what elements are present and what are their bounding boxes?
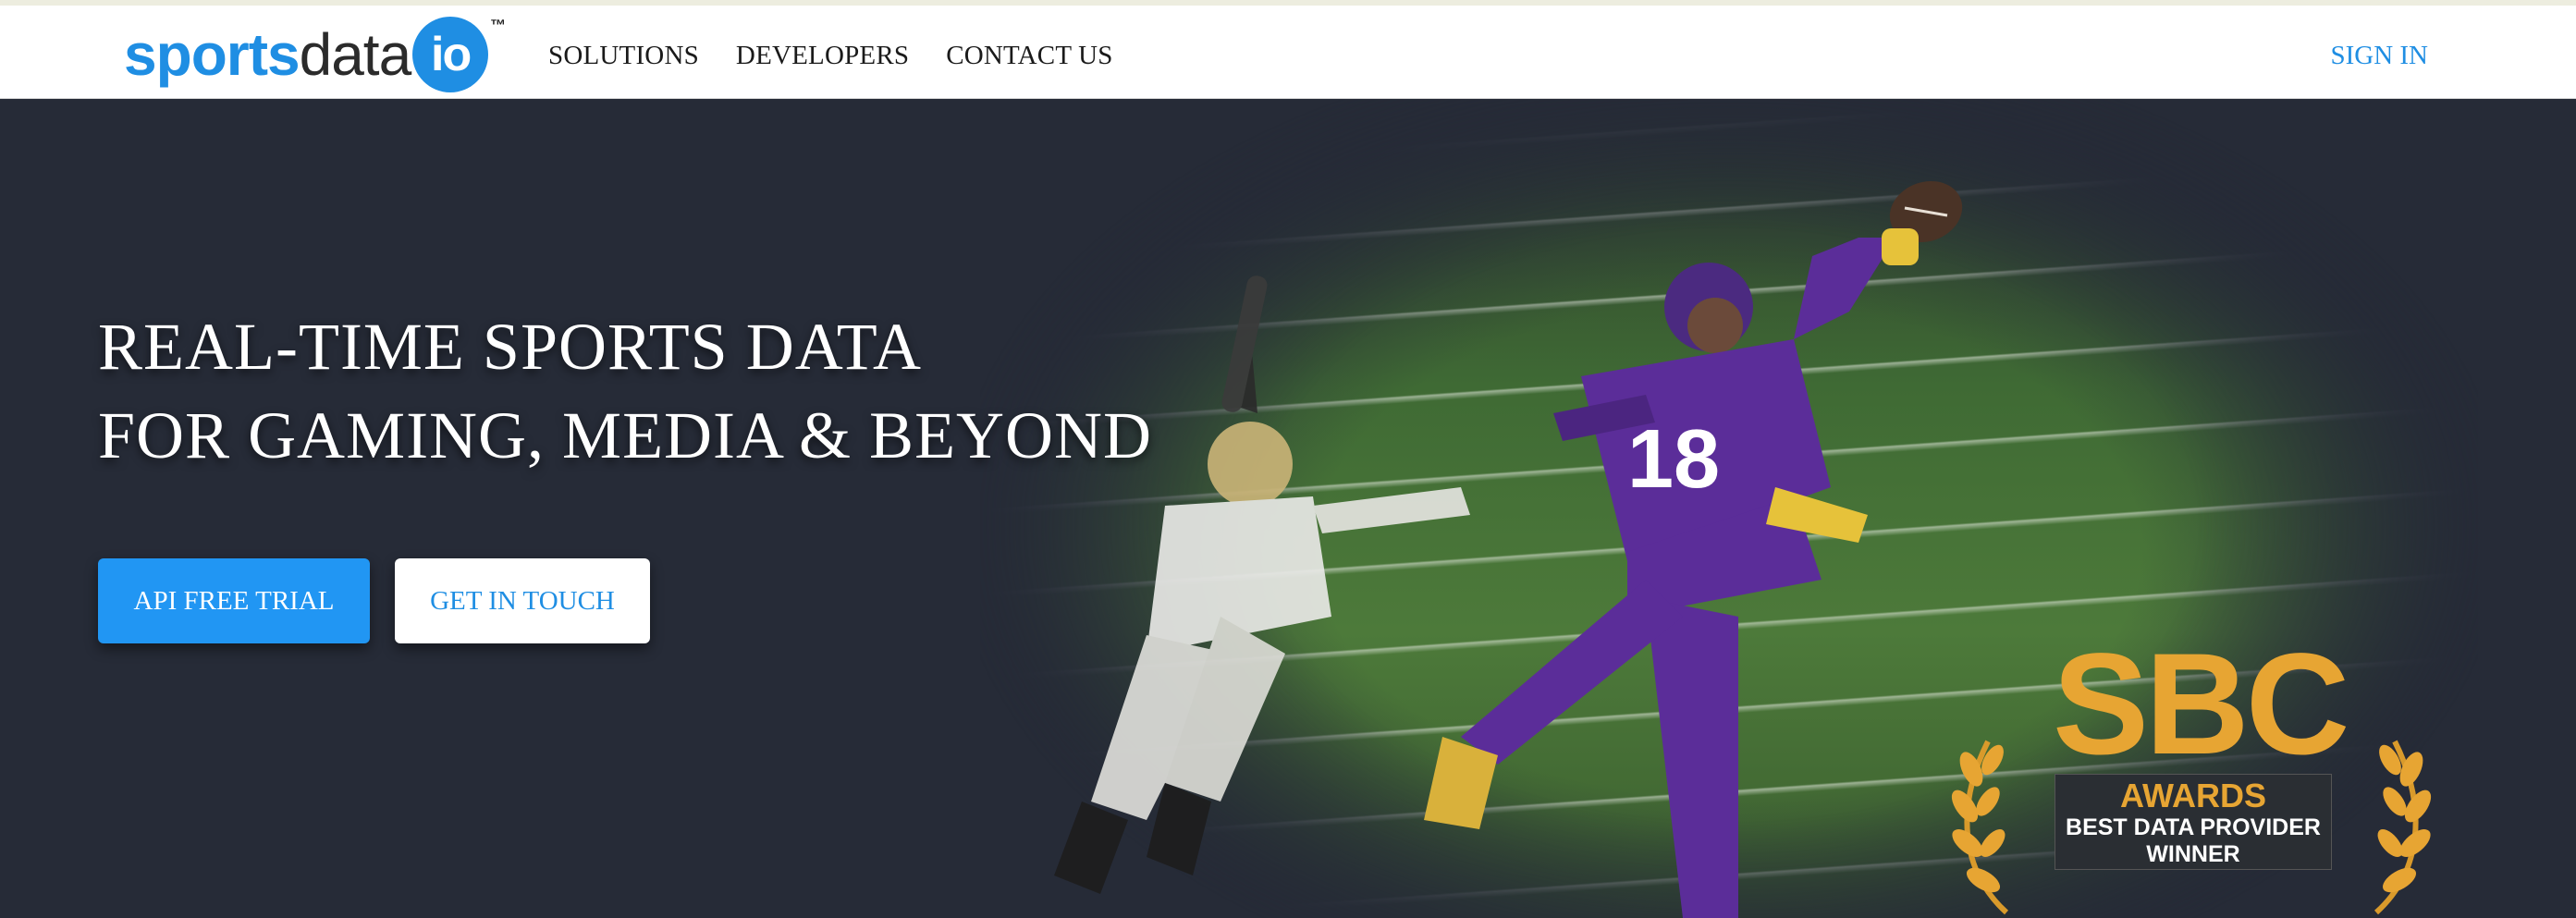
award-result: WINNER xyxy=(2146,841,2240,867)
jersey-number: 18 xyxy=(1627,413,1720,506)
api-free-trial-button[interactable]: API FREE TRIAL xyxy=(98,558,370,643)
sign-in-link[interactable]: SIGN IN xyxy=(2330,41,2428,71)
sbc-award-badge: SBC AWARDS BEST DATA PROVIDER WINNER xyxy=(1951,630,2432,917)
headline-line-2: FOR GAMING, MEDIA & BEYOND xyxy=(98,398,1153,472)
award-caption-box: AWARDS BEST DATA PROVIDER WINNER xyxy=(2055,774,2332,870)
nav-developers[interactable]: DEVELOPERS xyxy=(736,41,909,71)
logo-data-text: data xyxy=(299,21,412,88)
sportsdataio-logo[interactable]: sports data io ™ xyxy=(124,13,506,96)
get-in-touch-button[interactable]: GET IN TOUCH xyxy=(395,558,650,643)
award-category: BEST DATA PROVIDER xyxy=(2066,814,2321,840)
hero-headline: REAL-TIME SPORTS DATA FOR GAMING, MEDIA … xyxy=(98,302,1152,480)
main-nav: SOLUTIONS DEVELOPERS CONTACT US xyxy=(548,41,1150,71)
nav-contact-us[interactable]: CONTACT US xyxy=(946,41,1112,71)
logo-sports-text: sports xyxy=(124,21,301,88)
laurel-right-icon xyxy=(2374,740,2432,915)
laurel-left-icon xyxy=(1951,740,2009,915)
award-label: AWARDS xyxy=(2119,777,2266,814)
sbc-logo-text: SBC xyxy=(2053,624,2349,785)
logo-trademark: ™ xyxy=(490,17,507,34)
site-header: sports data io ™ SOLUTIONS DEVELOPERS CO… xyxy=(0,0,2576,99)
headline-line-1: REAL-TIME SPORTS DATA xyxy=(98,310,922,384)
nav-solutions[interactable]: SOLUTIONS xyxy=(548,41,699,71)
logo-io-badge: io xyxy=(412,17,489,92)
hero-section: 18 REAL-TIME SPORTS DATA FOR GAMING, MED… xyxy=(0,99,2576,918)
